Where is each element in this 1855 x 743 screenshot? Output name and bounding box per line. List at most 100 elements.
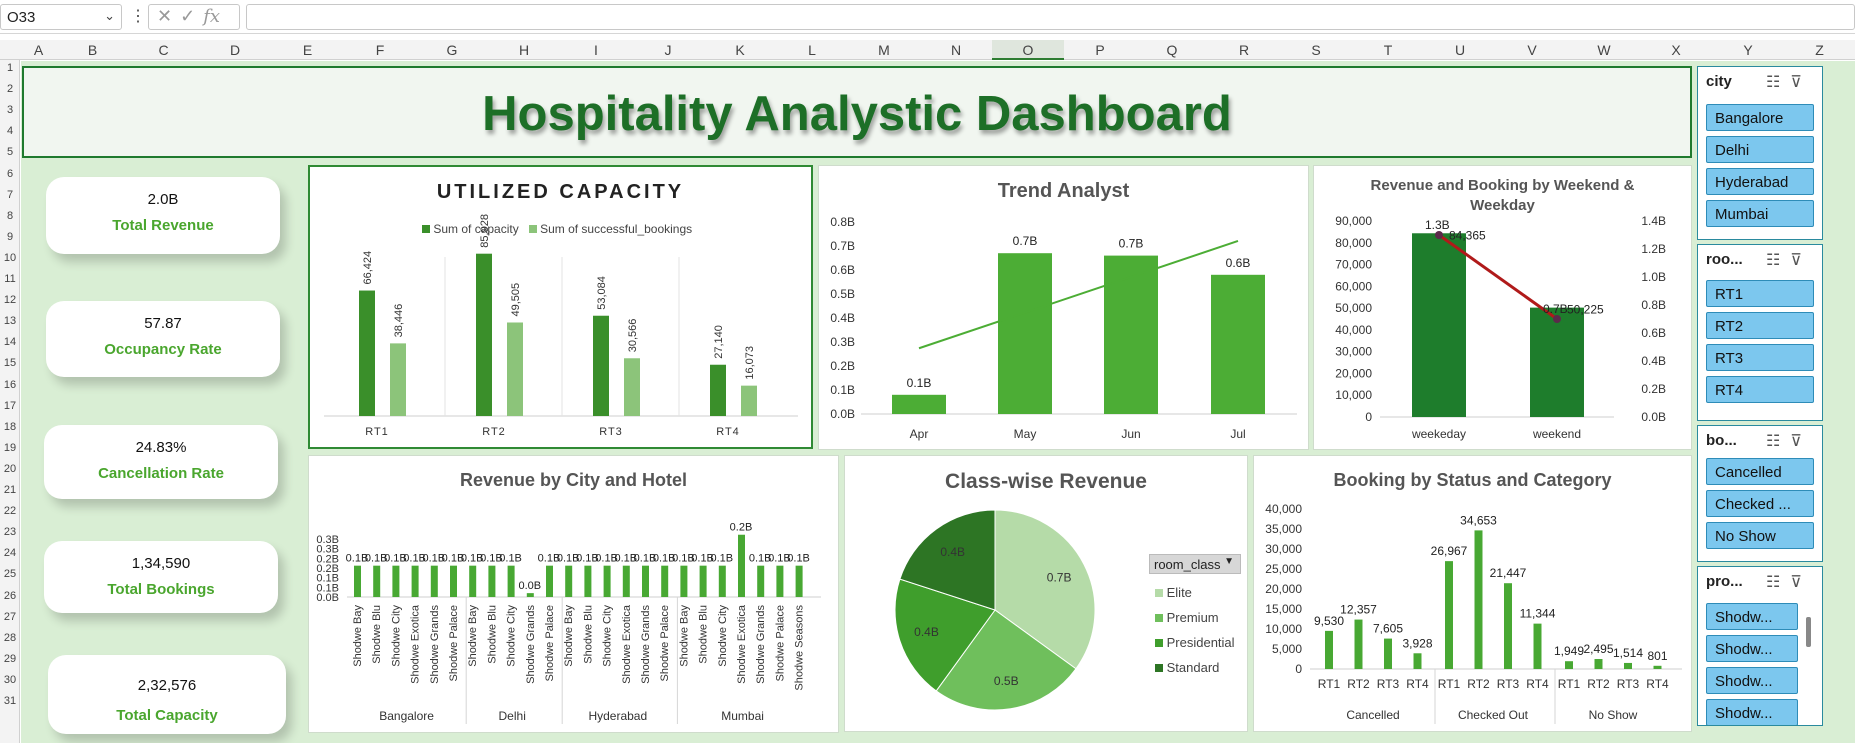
row-header-2[interactable]: 2 bbox=[0, 83, 20, 95]
column-header-i[interactable]: I bbox=[594, 42, 598, 58]
row-header-10[interactable]: 10 bbox=[0, 252, 20, 264]
row-header-29[interactable]: 29 bbox=[0, 653, 20, 665]
column-header-e[interactable]: E bbox=[303, 42, 312, 58]
column-header-s[interactable]: S bbox=[1311, 42, 1320, 58]
weekend-weekday-chart[interactable]: Revenue and Booking by Weekend & Weekday… bbox=[1313, 165, 1692, 450]
row-header-5[interactable]: 5 bbox=[0, 146, 20, 158]
slicer-item[interactable]: RT4 bbox=[1706, 376, 1814, 403]
slicer-room[interactable]: roo... ☷⊽ RT1 RT2 RT3 RT4 bbox=[1697, 244, 1823, 421]
slicer-item[interactable]: Shodw... bbox=[1706, 699, 1798, 725]
column-header-h[interactable]: H bbox=[519, 42, 529, 58]
row-header-13[interactable]: 13 bbox=[0, 315, 20, 327]
row-header-6[interactable]: 6 bbox=[0, 168, 20, 180]
dashboard-banner[interactable]: Hospitality Analystic Dashboard bbox=[22, 66, 1692, 158]
slicer-item[interactable]: Shodw... bbox=[1706, 635, 1798, 662]
column-header-o[interactable]: O bbox=[1023, 42, 1034, 58]
row-header-14[interactable]: 14 bbox=[0, 336, 20, 348]
multi-select-icon[interactable]: ☷ bbox=[1766, 252, 1790, 269]
column-header-z[interactable]: Z bbox=[1815, 42, 1824, 58]
row-header-19[interactable]: 19 bbox=[0, 442, 20, 454]
function-icon[interactable]: fx bbox=[203, 6, 220, 27]
kpi-cancellation-rate[interactable]: 24.83% Cancellation Rate bbox=[44, 425, 278, 499]
column-header-r[interactable]: R bbox=[1239, 42, 1249, 58]
trend-analyst-chart[interactable]: Trend Analyst 0.0B 0.1B 0.2B 0.3B 0.4B 0.5B 0.… bbox=[818, 165, 1309, 450]
slicer-item[interactable]: No Show bbox=[1706, 522, 1814, 549]
revenue-by-city-chart[interactable]: Revenue by City and Hotel 0.0B 0.1B 0.1B 0.… bbox=[308, 455, 839, 733]
clear-filter-icon[interactable]: ⊽ bbox=[1790, 574, 1812, 591]
legend-filter-button[interactable]: room_class ▼ bbox=[1149, 554, 1241, 574]
slicer-property[interactable]: pro... ☷⊽ Shodw... Shodw... Shodw... Sho… bbox=[1697, 566, 1823, 726]
row-header-28[interactable]: 28 bbox=[0, 632, 20, 644]
slicer-item[interactable]: Shodw... bbox=[1706, 603, 1798, 630]
row-header-23[interactable]: 23 bbox=[0, 526, 20, 538]
row-header-20[interactable]: 20 bbox=[0, 463, 20, 475]
column-header-v[interactable]: V bbox=[1527, 42, 1536, 58]
column-header-c[interactable]: C bbox=[158, 42, 168, 58]
row-header-1[interactable]: 1 bbox=[0, 62, 20, 74]
row-header-17[interactable]: 17 bbox=[0, 400, 20, 412]
row-header-7[interactable]: 7 bbox=[0, 189, 20, 201]
slicer-item[interactable]: Delhi bbox=[1706, 136, 1814, 163]
column-header-a[interactable]: A bbox=[34, 42, 43, 58]
formula-input[interactable] bbox=[246, 4, 1855, 30]
multi-select-icon[interactable]: ☷ bbox=[1766, 74, 1790, 91]
kpi-occupancy-rate[interactable]: 57.87 Occupancy Rate bbox=[46, 301, 280, 377]
row-header-9[interactable]: 9 bbox=[0, 231, 20, 243]
column-header-y[interactable]: Y bbox=[1743, 42, 1752, 58]
column-header-k[interactable]: K bbox=[735, 42, 744, 58]
slicer-item[interactable]: Shodw... bbox=[1706, 667, 1798, 694]
slicer-item[interactable]: RT2 bbox=[1706, 312, 1814, 339]
row-header-27[interactable]: 27 bbox=[0, 611, 20, 623]
column-header-m[interactable]: M bbox=[878, 42, 890, 58]
kpi-total-revenue[interactable]: 2.0B Total Revenue bbox=[46, 177, 280, 254]
row-header-24[interactable]: 24 bbox=[0, 547, 20, 559]
cancel-icon[interactable]: ✕ bbox=[157, 6, 180, 26]
slicer-item[interactable]: Hyderabad bbox=[1706, 168, 1814, 195]
row-header-25[interactable]: 25 bbox=[0, 568, 20, 580]
booking-status-chart[interactable]: Booking by Status and Category 0 5,000 10,… bbox=[1253, 455, 1692, 732]
enter-icon[interactable]: ✓ bbox=[180, 6, 203, 26]
slicer-item[interactable]: Bangalore bbox=[1706, 104, 1814, 131]
row-header-22[interactable]: 22 bbox=[0, 505, 20, 517]
column-header-d[interactable]: D bbox=[230, 42, 240, 58]
column-header-l[interactable]: L bbox=[808, 42, 816, 58]
column-header-f[interactable]: F bbox=[376, 42, 385, 58]
slicer-item[interactable]: Mumbai bbox=[1706, 200, 1814, 227]
column-header-x[interactable]: X bbox=[1671, 42, 1680, 58]
clear-filter-icon[interactable]: ⊽ bbox=[1790, 252, 1812, 269]
slicer-item[interactable]: Cancelled bbox=[1706, 458, 1814, 485]
clear-filter-icon[interactable]: ⊽ bbox=[1790, 433, 1812, 450]
multi-select-icon[interactable]: ☷ bbox=[1766, 433, 1790, 450]
kpi-total-capacity[interactable]: 2,32,576 Total Capacity bbox=[48, 655, 286, 734]
row-header-15[interactable]: 15 bbox=[0, 357, 20, 369]
column-header-b[interactable]: B bbox=[88, 42, 97, 58]
column-header-p[interactable]: P bbox=[1095, 42, 1104, 58]
row-header-11[interactable]: 11 bbox=[0, 273, 20, 285]
column-header-q[interactable]: Q bbox=[1167, 42, 1178, 58]
row-header-4[interactable]: 4 bbox=[0, 125, 20, 137]
slicer-scrollbar[interactable] bbox=[1806, 617, 1811, 647]
column-header-t[interactable]: T bbox=[1384, 42, 1393, 58]
row-header-30[interactable]: 30 bbox=[0, 674, 20, 686]
slicer-item[interactable]: RT3 bbox=[1706, 344, 1814, 371]
slicer-item[interactable]: RT1 bbox=[1706, 280, 1814, 307]
row-header-8[interactable]: 8 bbox=[0, 210, 20, 222]
slicer-item[interactable]: Checked ... bbox=[1706, 490, 1814, 517]
name-box[interactable]: O33 ⌄ bbox=[0, 4, 122, 30]
row-header-31[interactable]: 31 bbox=[0, 695, 20, 707]
slicer-booking-status[interactable]: bo... ☷⊽ Cancelled Checked ... No Show bbox=[1697, 425, 1823, 562]
row-header-21[interactable]: 21 bbox=[0, 484, 20, 496]
column-header-g[interactable]: G bbox=[447, 42, 458, 58]
column-header-u[interactable]: U bbox=[1455, 42, 1465, 58]
column-header-w[interactable]: W bbox=[1597, 42, 1610, 58]
row-header-12[interactable]: 12 bbox=[0, 294, 20, 306]
chevron-down-icon[interactable]: ⌄ bbox=[104, 8, 115, 24]
column-header-n[interactable]: N bbox=[951, 42, 961, 58]
kpi-total-bookings[interactable]: 1,34,590 Total Bookings bbox=[44, 541, 278, 613]
column-header-j[interactable]: J bbox=[665, 42, 672, 58]
more-options-icon[interactable]: ⋮ bbox=[130, 6, 146, 26]
utilized-capacity-chart[interactable]: UTILIZED CAPACITY Sum of capacity Sum of… bbox=[308, 165, 813, 449]
row-header-26[interactable]: 26 bbox=[0, 590, 20, 602]
row-header-18[interactable]: 18 bbox=[0, 421, 20, 433]
row-header-16[interactable]: 16 bbox=[0, 379, 20, 391]
